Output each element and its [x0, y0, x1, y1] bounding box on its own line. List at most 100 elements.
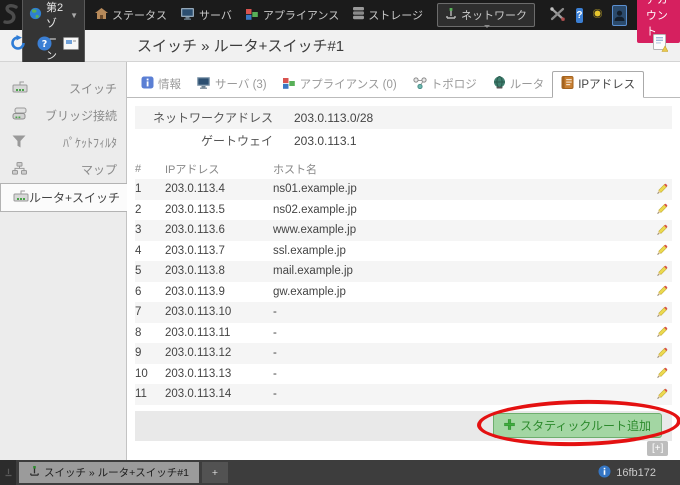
sidebar-toolbar: ? [0, 35, 127, 56]
tab-router[interactable]: ルータ [485, 72, 553, 97]
info-circle-icon[interactable] [598, 465, 611, 481]
row-num: 9 [135, 347, 165, 359]
nav-item-server[interactable]: サーバ [181, 7, 232, 23]
ip-table-row: 11 203.0.113.14 - [135, 384, 672, 405]
edit-row-button[interactable] [650, 366, 672, 381]
pencil-icon [654, 223, 669, 238]
row-num: 6 [135, 286, 165, 298]
row-host: - [273, 368, 650, 380]
edit-row-button[interactable] [650, 264, 672, 279]
edit-row-button[interactable] [650, 202, 672, 217]
tab-label: 情報 [158, 76, 181, 92]
row-host: - [273, 327, 650, 339]
nav-label: サーバ [199, 7, 232, 23]
top-bar: 石狩第2ゾーン ▼ ステータス サーバ アプライアンス [0, 0, 680, 30]
help-glyph: ? [576, 10, 582, 21]
help-icon[interactable]: ? [576, 8, 583, 23]
pencil-icon [654, 325, 669, 340]
pencil-icon [654, 305, 669, 320]
sidebar-item-router-switch[interactable]: ルータ+スイッチ [0, 183, 127, 212]
tab-label: アプライアンス (0) [300, 76, 397, 92]
ip-book-icon [561, 76, 574, 92]
person-icon[interactable] [612, 5, 627, 26]
ip-table: # IPアドレス ホスト名 1 203.0.113.4 ns01.example… [135, 158, 672, 405]
row-ip: 203.0.113.11 [165, 327, 273, 339]
sakura-cloud-logo-icon[interactable] [0, 3, 22, 27]
row-ip: 203.0.113.7 [165, 245, 273, 257]
monitor-icon [181, 8, 195, 23]
ip-address-panel: ネットワークアドレス 203.0.113.0/28 ゲートウェイ 203.0.1… [127, 98, 680, 441]
network-address-label: ネットワークアドレス [135, 109, 273, 126]
add-static-route-button[interactable]: スタティックルート追加 [493, 413, 662, 438]
edit-row-button[interactable] [650, 243, 672, 258]
wrench-icon[interactable] [549, 6, 566, 25]
monitor-icon [197, 77, 211, 92]
edit-row-button[interactable] [650, 346, 672, 361]
row-num: 11 [135, 388, 165, 400]
sidebar-item-label: ﾊﾟｹｯﾄﾌｨﾙﾀ [26, 134, 126, 151]
sidebar-item-bridge[interactable]: ブリッジ接続 [0, 102, 126, 129]
bridge-icon [12, 107, 28, 124]
row-ip: 203.0.113.6 [165, 224, 273, 236]
tab-ip-address[interactable]: IPアドレス [552, 71, 644, 98]
window-capture-icon[interactable] [63, 37, 79, 55]
row-ip: 203.0.113.9 [165, 286, 273, 298]
sidebar-item-label: ブリッジ接続 [28, 107, 126, 124]
pencil-icon [654, 264, 669, 279]
expand-badge[interactable]: [+] [647, 441, 668, 456]
yellow-dot-icon [593, 9, 602, 21]
new-tab-button[interactable]: + [202, 462, 228, 483]
ip-table-row: 2 203.0.113.5 ns02.example.jp [135, 200, 672, 221]
row-ip: 203.0.113.8 [165, 265, 273, 277]
pencil-icon [654, 387, 669, 402]
tab-server[interactable]: サーバ (3) [189, 72, 275, 97]
edit-row-button[interactable] [650, 387, 672, 402]
nav-item-storage[interactable]: ストレージ [353, 7, 423, 23]
filter-icon [12, 135, 26, 151]
zone-selector[interactable]: 石狩第2ゾーン ▼ [22, 0, 85, 66]
nav-item-status[interactable]: ステータス [95, 7, 167, 23]
tab-label: IPアドレス [578, 76, 635, 92]
edit-row-button[interactable] [650, 182, 672, 197]
nav-label: ステータス [112, 7, 167, 23]
ip-table-row: 8 203.0.113.11 - [135, 323, 672, 344]
switch-icon [12, 81, 28, 96]
tab-topology[interactable]: トポロジ [405, 72, 485, 97]
edit-row-button[interactable] [650, 223, 672, 238]
build-id: 16fb172 [616, 467, 656, 479]
sitemap-icon [12, 162, 27, 178]
pencil-icon [654, 202, 669, 217]
col-header-ip: IPアドレス [165, 161, 273, 177]
row-ip: 203.0.113.13 [165, 368, 273, 380]
tab-info[interactable]: 情報 [133, 72, 189, 97]
home-icon [95, 8, 108, 23]
open-resource-tab[interactable]: スイッチ » ルータ+スイッチ#1 [19, 462, 199, 483]
sidebar-item-packet-filter[interactable]: ﾊﾟｹｯﾄﾌｨﾙﾀ [0, 129, 126, 156]
ip-table-row: 5 203.0.113.8 mail.example.jp [135, 261, 672, 282]
sidebar-item-switch[interactable]: スイッチ [0, 75, 126, 102]
nav-item-appliance[interactable]: アプライアンス [246, 7, 339, 23]
edit-row-button[interactable] [650, 284, 672, 299]
tab-appliance[interactable]: アプライアンス (0) [275, 72, 405, 97]
nav-item-network[interactable]: ネットワーク [437, 3, 535, 27]
pencil-icon [654, 284, 669, 299]
ip-table-row: 3 203.0.113.6 www.example.jp [135, 220, 672, 241]
globe-icon [29, 7, 42, 23]
sidebar-item-map[interactable]: マップ [0, 156, 126, 183]
row-ip: 203.0.113.14 [165, 388, 273, 400]
help-circle-icon[interactable]: ? [37, 36, 52, 56]
row-host: ns02.example.jp [273, 204, 650, 216]
document-alert-icon[interactable] [652, 34, 668, 58]
pencil-icon [654, 346, 669, 361]
page-title: スイッチ » ルータ+スイッチ#1 [137, 35, 344, 56]
edit-row-button[interactable] [650, 325, 672, 340]
sidebar-item-label: マップ [27, 161, 126, 178]
row-ip: 203.0.113.4 [165, 183, 273, 195]
tab-bar: 情報 サーバ (3) アプライアンス (0) [127, 71, 680, 98]
edit-row-button[interactable] [650, 305, 672, 320]
refresh-icon[interactable] [10, 35, 26, 56]
row-num: 10 [135, 368, 165, 380]
sidebar-item-label: ルータ+スイッチ [29, 189, 129, 206]
row-host: - [273, 306, 650, 318]
bottom-task-bar: スイッチ » ルータ+スイッチ#1 + 16fb172 [0, 460, 680, 485]
